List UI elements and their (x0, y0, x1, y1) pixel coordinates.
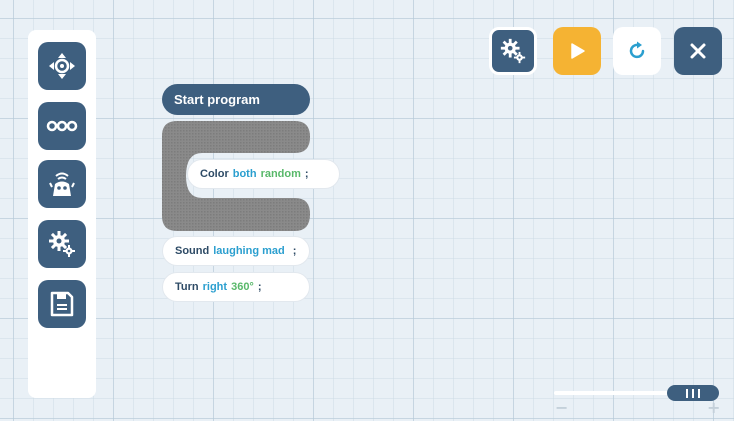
turn-block[interactable]: Turn right 360° ; (162, 272, 310, 302)
palette-settings-button[interactable] (38, 220, 86, 268)
palette-save-button[interactable] (38, 280, 86, 328)
dpad-icon (49, 53, 75, 79)
color-value-arg[interactable]: random (261, 168, 301, 180)
save-icon (50, 291, 74, 317)
palette-robot-button[interactable] (38, 160, 86, 208)
color-block[interactable]: Color both random ; (187, 159, 340, 189)
color-target-arg[interactable]: both (233, 168, 257, 180)
reset-button[interactable] (613, 27, 661, 75)
play-icon (571, 43, 585, 59)
turn-angle-arg[interactable]: 360° (231, 281, 254, 293)
palette-movement-button[interactable] (38, 42, 86, 90)
turn-direction-arg[interactable]: right (203, 281, 227, 293)
close-button[interactable] (674, 27, 722, 75)
gears-icon (49, 231, 75, 257)
play-button[interactable] (553, 27, 601, 75)
color-keyword: Color (200, 168, 229, 180)
zoom-out-button[interactable]: − (555, 400, 568, 416)
start-program-label: Start program (174, 92, 260, 107)
dots-icon (46, 120, 78, 132)
thumb-grip-line (698, 388, 700, 398)
thumb-grip-line (692, 388, 694, 398)
color-terminator: ; (304, 168, 309, 180)
robot-icon (49, 172, 75, 196)
sound-keyword: Sound (175, 245, 210, 257)
turn-keyword: Turn (175, 281, 199, 293)
refresh-icon (629, 41, 645, 59)
close-icon (690, 43, 706, 59)
sound-block[interactable]: Sound laughing mad ; (162, 236, 310, 266)
turn-terminator: ; (257, 281, 262, 293)
sound-terminator: ; (292, 245, 297, 257)
zoom-in-button[interactable]: + (707, 400, 720, 416)
block-palette (28, 30, 96, 398)
start-program-block[interactable]: Start program (162, 84, 310, 115)
thumb-grip-line (686, 388, 688, 398)
gears-icon (500, 38, 526, 64)
sound-value-arg[interactable]: laughing mad (213, 245, 285, 257)
settings-button[interactable] (489, 27, 537, 75)
palette-more-button[interactable] (38, 102, 86, 150)
